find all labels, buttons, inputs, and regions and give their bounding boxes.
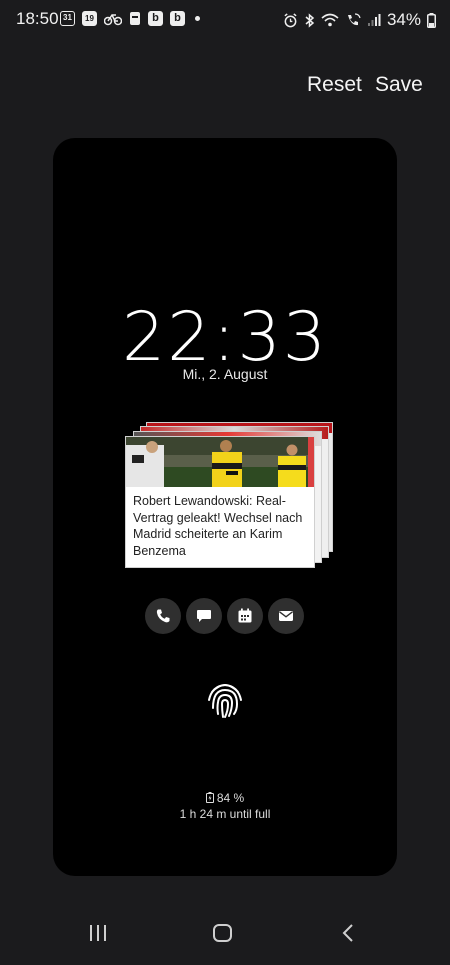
charging-level: 84 % (216, 791, 245, 805)
back-icon[interactable] (340, 923, 356, 943)
messages-shortcut[interactable] (186, 598, 222, 634)
news-notification-card[interactable]: Robert Lewandowski: Real-Vertrag geleakt… (125, 436, 315, 568)
calendar-shortcut[interactable] (227, 598, 263, 634)
b-app-icon: b (148, 11, 163, 26)
email-shortcut[interactable] (268, 598, 304, 634)
recents-icon[interactable] (88, 923, 108, 943)
navigation-bar (0, 905, 450, 965)
charging-battery-icon (205, 792, 214, 803)
news-thumbnail-image (126, 437, 314, 487)
alarm-icon (284, 12, 297, 27)
signal-icon (367, 14, 381, 26)
b-app-icon-2: b (170, 11, 185, 26)
calendar-31-icon: 31 (60, 11, 75, 26)
news-headline: Robert Lewandowski: Real-Vertrag geleakt… (133, 494, 303, 558)
preview-date: Mi., 2. August (182, 366, 268, 382)
bluetooth-icon (305, 12, 315, 28)
status-right-icons: 34% (283, 10, 436, 30)
calendar-icon (238, 608, 252, 623)
charging-level-row: 84 % (53, 790, 397, 806)
cup-icon (130, 12, 140, 25)
battery-icon (427, 12, 436, 28)
status-bar: 18:50 31 19 b b 34% (0, 0, 450, 40)
app-shortcuts (145, 598, 304, 634)
calendar-19-icon: 19 (82, 11, 97, 26)
email-icon (279, 611, 293, 621)
charging-info: 84 % 1 h 24 m until full (53, 790, 397, 822)
bike-icon (104, 13, 122, 25)
phone-shortcut[interactable] (145, 598, 181, 634)
phone-icon (156, 609, 170, 623)
wifi-call-icon (347, 12, 361, 25)
screen: 18:50 31 19 b b 34% Reset Save 22:33 Mi.… (0, 0, 450, 965)
battery-percent: 34% (386, 10, 421, 29)
status-time: 18:50 (16, 9, 59, 28)
aod-preview: 22:33 Mi., 2. August Robert Lewandowski:… (53, 138, 397, 876)
dot-icon (195, 16, 200, 21)
save-button[interactable]: Save (375, 73, 423, 97)
fingerprint-icon[interactable] (204, 678, 246, 720)
message-icon (197, 610, 211, 622)
wifi-icon (321, 13, 339, 27)
reset-button[interactable]: Reset (307, 73, 362, 97)
charging-time: 1 h 24 m until full (179, 807, 271, 821)
home-icon[interactable] (212, 923, 234, 943)
status-left-icons: 31 19 b b (60, 11, 200, 26)
